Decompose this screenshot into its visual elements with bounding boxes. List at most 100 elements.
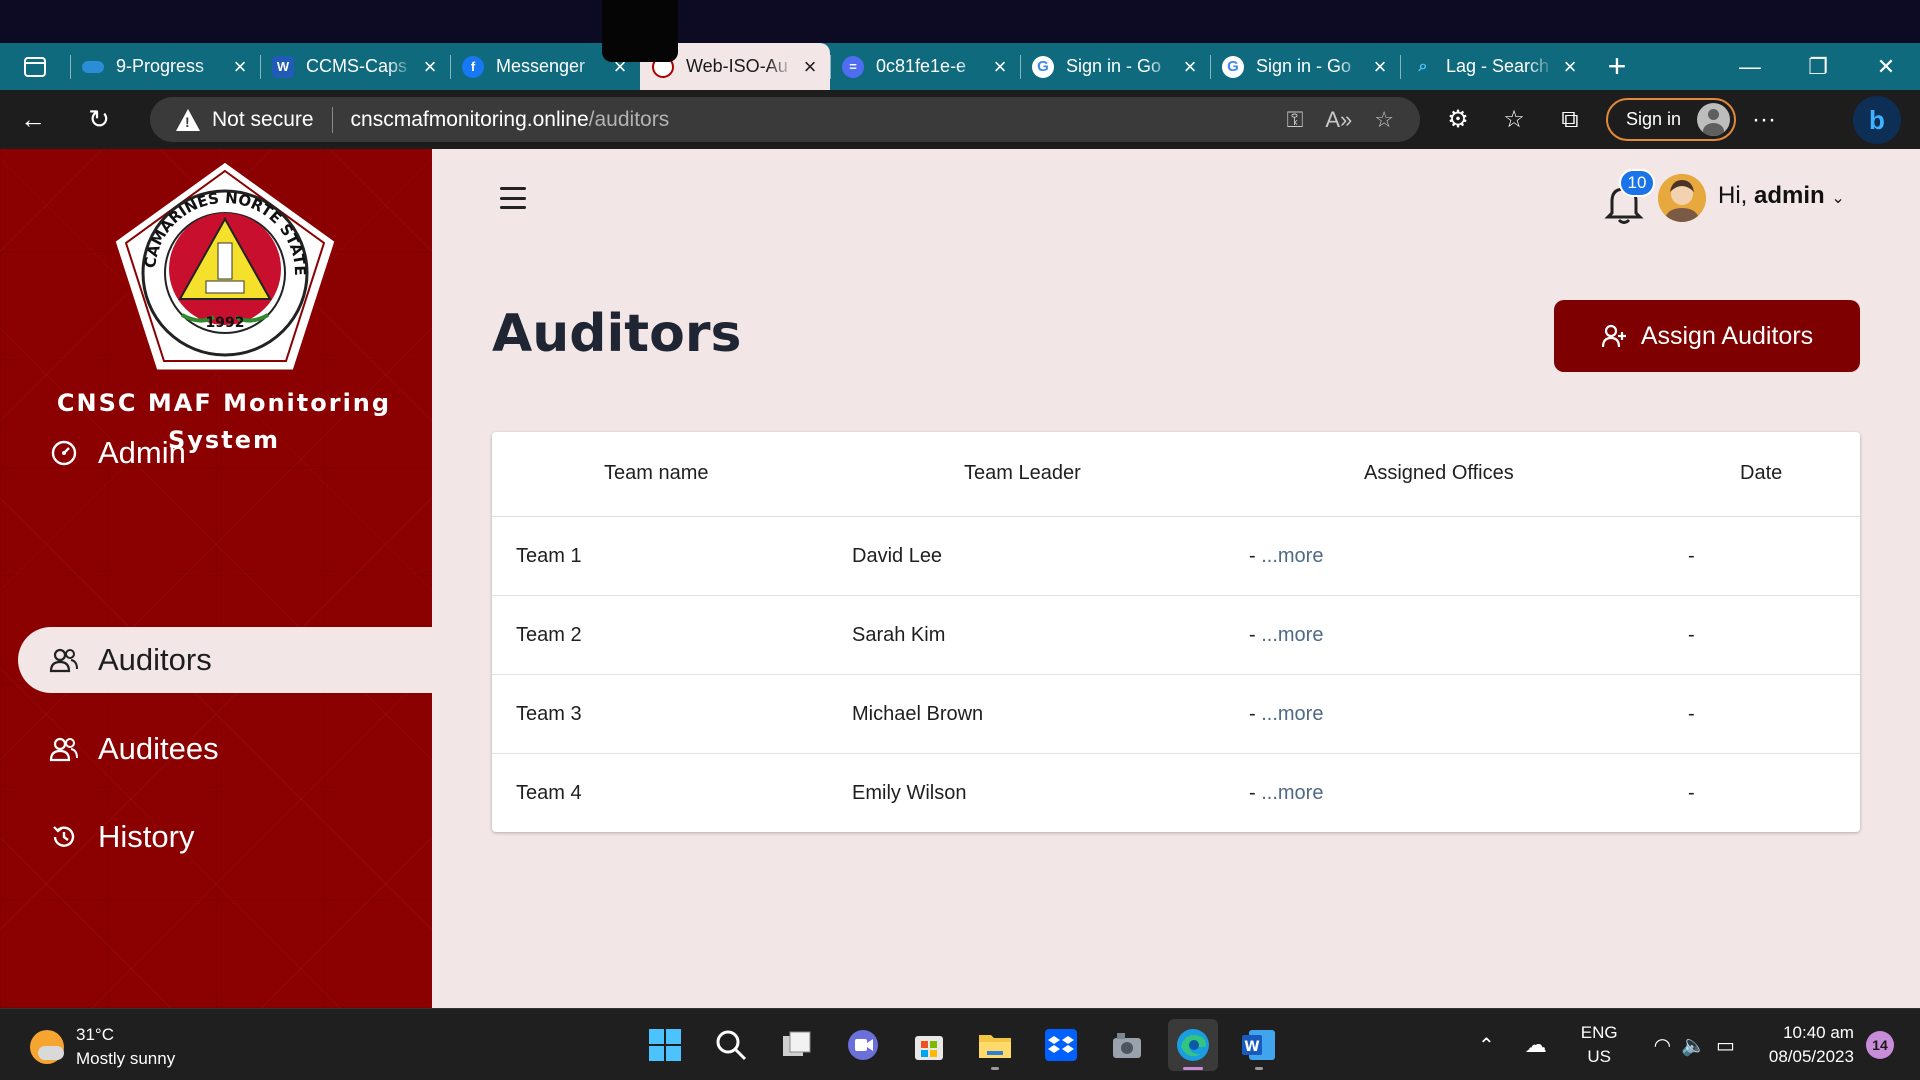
search-icon [716,1030,747,1061]
sign-in-button[interactable]: Sign in [1606,98,1736,141]
bing-chat-icon[interactable]: b [1853,96,1901,144]
more-link[interactable]: ...more [1261,703,1323,725]
tab-close-icon[interactable]: × [420,55,440,78]
language-code: ENG [1580,1023,1618,1042]
more-link[interactable]: ...more [1261,545,1323,567]
language-indicator[interactable]: ENG US [1581,1021,1618,1069]
table-row[interactable]: Team 1 David Lee - ...more - [492,517,1860,596]
toolbar-right: ⚙ ☆ ⧉ Sign in ··· [1430,90,1792,149]
chevron-up-icon[interactable]: ⌃ [1478,1033,1495,1058]
url-path[interactable]: /auditors [589,108,670,132]
sidebar-item-auditors[interactable]: Auditors [18,627,432,693]
restore-icon[interactable]: ❐ [1784,43,1852,90]
users-icon [48,644,80,676]
browser-tab[interactable]: G Sign in - Go × [1210,43,1400,90]
refresh-icon[interactable]: ↻ [66,90,132,149]
browser-tab[interactable]: = 0c81fe1e-e × [830,43,1020,90]
tab-close-icon[interactable]: × [230,55,250,78]
url-host[interactable]: cnscmafmonitoring.online [351,108,589,132]
chat-icon [848,1030,878,1060]
team-name-cell: Team 4 [516,782,582,804]
assign-auditors-label: Assign Auditors [1640,321,1814,350]
sidebar: CAMARINES NORTE STATE COLLEGE 1992 CNSC … [0,149,432,1008]
sidebar-item-history[interactable]: History [18,804,432,870]
column-header-assigned-offices[interactable]: Assigned Offices [1364,462,1514,485]
sidebar-item-auditees[interactable]: Auditees [18,716,432,782]
camera-icon [1113,1033,1141,1058]
hamburger-menu-icon[interactable] [500,187,526,209]
key-icon[interactable]: ⚿ [1287,107,1304,133]
more-link[interactable]: ...more [1261,624,1323,646]
collections-icon[interactable]: ⧉ [1542,106,1598,134]
minimize-icon[interactable]: — [1716,43,1784,90]
camera-app-button[interactable] [1102,1019,1152,1071]
notification-count-badge[interactable]: 10 [1619,169,1655,197]
browser-tab[interactable]: W CCMS-Caps × [260,43,450,90]
clock[interactable]: 10:40 am 08/05/2023 [1769,1021,1854,1069]
offices-value: - [1249,703,1262,725]
date-cell: - [1688,624,1695,646]
word-app-button[interactable]: W [1234,1019,1284,1071]
sidebar-item-admin[interactable]: Admin [18,420,432,486]
notification-center-badge[interactable]: 14 [1865,1031,1894,1059]
table-row[interactable]: Team 4 Emily Wilson - ...more - [492,754,1860,833]
active-indicator [1183,1067,1203,1070]
users-icon [48,733,80,765]
table-row[interactable]: Team 3 Michael Brown - ...more - [492,675,1860,754]
volume-icon: 🔈 [1681,1034,1706,1057]
team-leader-cell: Emily Wilson [852,782,967,804]
back-arrow-icon[interactable]: ← [0,90,66,149]
store-icon [915,1036,943,1060]
browser-tab[interactable]: 9-Progress × [70,43,260,90]
close-window-icon[interactable]: ✕ [1852,43,1920,90]
region-code: US [1587,1047,1611,1066]
column-header-date[interactable]: Date [1740,462,1782,485]
tab-title: Messenger [496,56,586,76]
tab-close-icon[interactable]: × [990,55,1010,78]
new-tab-button[interactable]: + [1590,43,1644,90]
microsoft-store-button[interactable] [904,1019,954,1071]
more-options-icon[interactable]: ··· [1736,106,1792,134]
onedrive-tray-icon[interactable]: ☁ [1525,1032,1547,1058]
user-avatar[interactable] [1658,174,1706,222]
tab-close-icon[interactable]: × [1370,55,1390,78]
address-divider [331,106,333,133]
favorite-add-icon[interactable]: ☆ [1374,107,1394,133]
page-title: Auditors [492,304,742,364]
tab-close-icon[interactable]: × [1180,55,1200,78]
teams-chat-button[interactable] [838,1019,888,1071]
browser-tab[interactable]: ⌕ Lag - Search × [1400,43,1590,90]
user-menu[interactable]: Hi, admin ⌄ [1718,182,1845,210]
search-button[interactable] [706,1019,756,1071]
address-bar[interactable]: Not secure cnscmafmonitoring.online/audi… [150,97,1420,142]
more-link[interactable]: ...more [1261,782,1323,804]
assign-auditors-button[interactable]: Assign Auditors [1554,300,1860,372]
tab-close-icon[interactable]: × [800,55,820,78]
dropbox-button[interactable] [1036,1019,1086,1071]
date-cell: - [1688,545,1695,567]
warning-icon[interactable] [176,108,200,131]
column-header-team-name[interactable]: Team name [604,462,709,485]
start-button[interactable] [640,1019,690,1071]
word-icon: W [1242,1030,1275,1060]
extensions-icon[interactable]: ⚙ [1430,105,1486,134]
weather-widget[interactable]: 31°C Mostly sunny [30,1023,175,1071]
running-indicator [991,1067,999,1070]
browser-tab[interactable]: G Sign in - Go × [1020,43,1210,90]
column-header-team-leader[interactable]: Team Leader [964,462,1081,485]
team-name-cell: Team 3 [516,703,582,725]
read-aloud-icon[interactable]: A» [1325,107,1352,133]
favorites-icon[interactable]: ☆ [1486,105,1542,134]
quick-settings[interactable]: ◠ 🔈 ▭ [1654,1033,1735,1058]
edge-icon [1177,1029,1209,1061]
file-explorer-button[interactable] [970,1019,1020,1071]
tab-close-icon[interactable]: × [1560,55,1580,78]
dashboard-icon [48,437,80,469]
edge-browser-button[interactable] [1168,1019,1218,1071]
table-row[interactable]: Team 2 Sarah Kim - ...more - [492,596,1860,675]
security-label[interactable]: Not secure [212,108,314,132]
window-controls: — ❐ ✕ [1716,43,1920,90]
address-bar-actions: ⚿ A» ☆ [1287,107,1394,133]
workspaces-button[interactable] [0,43,70,90]
task-view-button[interactable] [772,1019,822,1071]
